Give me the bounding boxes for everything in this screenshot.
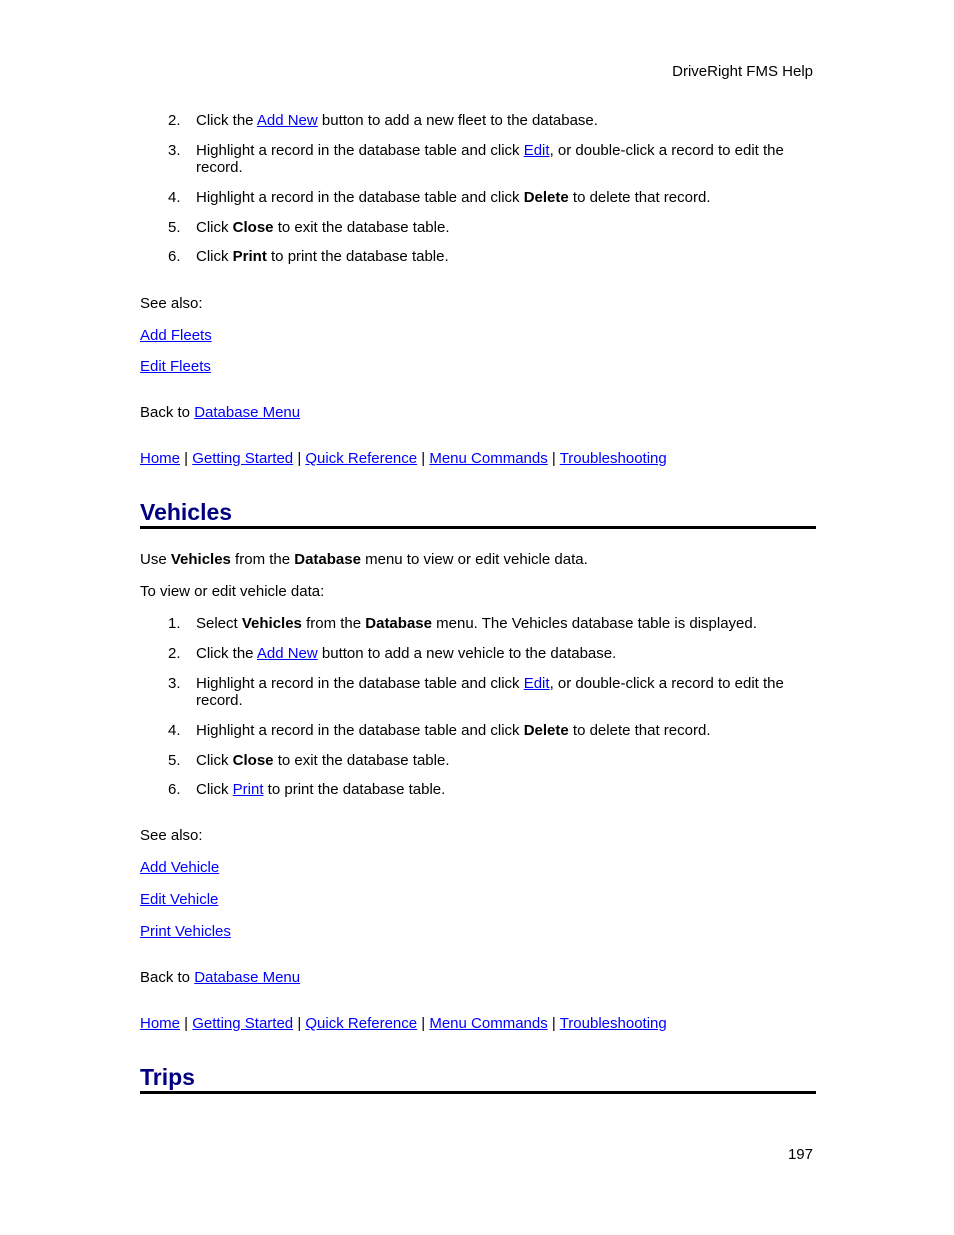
list-item-text: Select Vehicles from the Database menu. …	[196, 615, 757, 632]
vehicles-subintro: To view or edit vehicle data:	[140, 583, 325, 600]
list-item-number: 4.	[168, 722, 181, 739]
list-item-number: 6.	[168, 248, 181, 265]
list-item-number: 1.	[168, 615, 181, 632]
nav-link-quick-reference[interactable]: Quick Reference	[305, 450, 417, 467]
list-item-text: Click Print to print the database table.	[196, 781, 446, 798]
database-menu-link[interactable]: Database Menu	[194, 404, 300, 421]
nav-bar-1: Home | Getting Started | Quick Reference…	[140, 450, 667, 467]
nav-link-menu-commands[interactable]: Menu Commands	[429, 1015, 547, 1032]
add-fleets-link[interactable]: Add Fleets	[140, 327, 212, 344]
list-item-text: Highlight a record in the database table…	[196, 142, 784, 176]
fleets-see-also-label: See also:	[140, 295, 203, 312]
nav-separator: |	[180, 450, 193, 467]
list-item-number: 5.	[168, 752, 181, 769]
add-new-link[interactable]: Add New	[257, 112, 318, 129]
list-item-text: Click Close to exit the database table.	[196, 219, 450, 236]
bold-term: Print	[232, 248, 267, 265]
document-header-title: DriveRight FMS Help	[672, 63, 813, 80]
list-item-number: 3.	[168, 675, 181, 692]
nav-separator: |	[180, 1015, 193, 1032]
vehicles-back-to: Back to Database Menu	[140, 969, 300, 986]
list-item-number: 2.	[168, 112, 181, 129]
vehicles-intro: Use Vehicles from the Database menu to v…	[140, 551, 588, 568]
list-item-text: Click Print to print the database table.	[196, 248, 449, 265]
print-vehicles-link[interactable]: Print Vehicles	[140, 923, 231, 940]
list-item-text: Click the Add New button to add a new ve…	[196, 645, 617, 662]
heading-trips: Trips	[140, 1063, 816, 1094]
bold-term: Close	[232, 219, 274, 236]
nav-link-home[interactable]: Home	[140, 450, 180, 467]
edit-fleets-link[interactable]: Edit Fleets	[140, 358, 211, 375]
nav-separator: |	[417, 450, 430, 467]
list-item-text: Click the Add New button to add a new fl…	[196, 112, 598, 129]
nav-separator: |	[417, 1015, 430, 1032]
list-item-number: 4.	[168, 189, 181, 206]
bold-term: Delete	[523, 722, 569, 739]
nav-separator: |	[293, 450, 306, 467]
bold-term: Vehicles	[241, 615, 302, 632]
list-item-number: 2.	[168, 645, 181, 662]
add-new-link[interactable]: Add New	[257, 645, 318, 662]
bold-term: Delete	[523, 189, 569, 206]
back-to-label: Back to	[140, 404, 195, 421]
add-vehicle-link[interactable]: Add Vehicle	[140, 859, 219, 876]
edit-link[interactable]: Edit	[524, 675, 550, 692]
nav-link-getting-started[interactable]: Getting Started	[192, 1015, 293, 1032]
bold-term: Database	[294, 551, 361, 568]
back-to-label: Back to	[140, 969, 195, 986]
nav-link-quick-reference[interactable]: Quick Reference	[305, 1015, 417, 1032]
edit-link[interactable]: Edit	[524, 142, 550, 159]
print-link[interactable]: Print	[233, 781, 264, 798]
bold-term: Close	[232, 752, 274, 769]
edit-vehicle-link[interactable]: Edit Vehicle	[140, 891, 218, 908]
nav-separator: |	[547, 450, 560, 467]
list-item-number: 3.	[168, 142, 181, 159]
list-item-text: Highlight a record in the database table…	[196, 722, 711, 739]
list-item-text: Highlight a record in the database table…	[196, 675, 784, 709]
nav-link-home[interactable]: Home	[140, 1015, 180, 1032]
nav-link-troubleshooting[interactable]: Troubleshooting	[560, 1015, 667, 1032]
list-item-text: Click Close to exit the database table.	[196, 752, 450, 769]
nav-separator: |	[293, 1015, 306, 1032]
vehicles-see-also-label: See also:	[140, 827, 203, 844]
list-item-number: 5.	[168, 219, 181, 236]
database-menu-link[interactable]: Database Menu	[194, 969, 300, 986]
bold-term: Vehicles	[170, 551, 231, 568]
bold-term: Database	[365, 615, 432, 632]
nav-link-menu-commands[interactable]: Menu Commands	[429, 450, 547, 467]
list-item-text: Highlight a record in the database table…	[196, 189, 711, 206]
list-item-number: 6.	[168, 781, 181, 798]
nav-separator: |	[547, 1015, 560, 1032]
nav-link-getting-started[interactable]: Getting Started	[192, 450, 293, 467]
nav-link-troubleshooting[interactable]: Troubleshooting	[560, 450, 667, 467]
page-number: 197	[787, 1146, 813, 1163]
heading-vehicles: Vehicles	[140, 498, 816, 529]
fleets-back-to: Back to Database Menu	[140, 404, 300, 421]
nav-bar-2: Home | Getting Started | Quick Reference…	[140, 1015, 667, 1032]
